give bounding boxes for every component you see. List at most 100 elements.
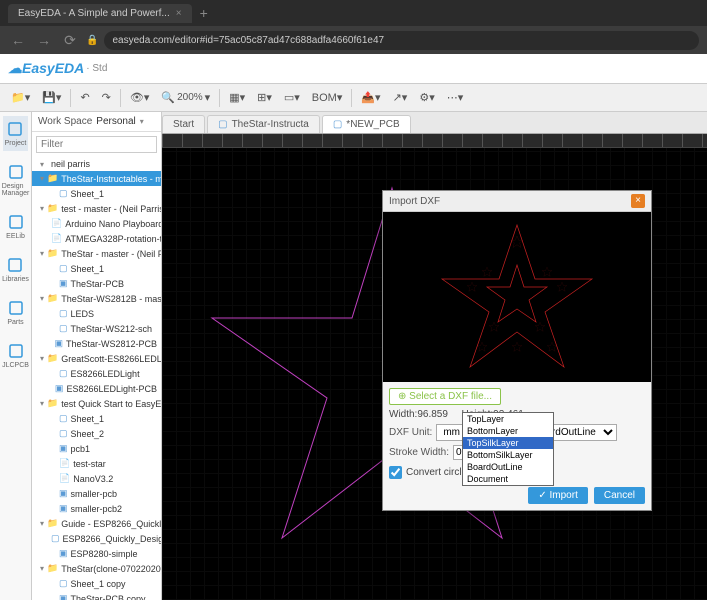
url-input[interactable] [104,31,699,50]
more-button[interactable]: ⋯▾ [442,88,469,107]
pcb-icon: ▣ [54,338,63,349]
rail-icon [6,256,24,274]
rail-item-parts[interactable]: Parts [5,295,27,330]
dialog-titlebar[interactable]: Import DXF × [383,191,651,212]
export-button[interactable]: 📤▾ [356,88,385,107]
tree-item[interactable]: ▣TheStar-PCB copy [32,591,161,600]
tree-item[interactable]: ▾📁test - master - (Neil Parris) [32,201,161,216]
tree-item[interactable]: ▢Sheet_1 [32,261,161,276]
layers-button[interactable]: ▦▾ [224,88,250,107]
tree-item[interactable]: ▢Sheet_1 [32,186,161,201]
tree-item[interactable]: ▢TheStar-WS212-sch [32,321,161,336]
item-icon: 📄 [51,233,62,244]
rail-item-eelib[interactable]: EELib [4,209,27,244]
folder-icon: 📁 [47,293,58,304]
tree-item[interactable]: 📄test-star [32,456,161,471]
redo-button[interactable]: ↷ [97,88,116,107]
align-button[interactable]: ⊞▾ [252,88,277,107]
close-icon[interactable]: × [176,8,182,19]
tree-item[interactable]: ▾📁TheStar(clone-07022020) - master [32,561,161,576]
settings-button[interactable]: ⚙▾ [414,88,439,107]
import-button[interactable]: ✓ Import [528,487,588,504]
tree-item[interactable]: ▣TheStar-WS2812-PCB [32,336,161,351]
caret-icon: ▾ [40,354,44,363]
document-tab[interactable]: ▢TheStar-Instructa [207,115,320,133]
tree-item[interactable]: 📄NanoV3.2 [32,471,161,486]
tree-item[interactable]: ▢ESP8266_Quickly_Design [32,531,161,546]
save-button[interactable]: 💾▾ [37,88,66,107]
layer-option[interactable]: Document [463,473,553,485]
reload-icon[interactable]: ⟳ [60,32,80,49]
filter-input[interactable] [36,136,157,153]
tree-item[interactable]: ▾📁TheStar - master - (Neil Parris) [32,246,161,261]
app-logo: ☁EasyEDA [8,60,84,77]
layer-option[interactable]: TopSilkLayer [463,437,553,449]
tree-item[interactable]: ▾📁Guide - ESP8266_Quickly_Design [32,516,161,531]
rail-item-jlcpcb[interactable]: JLCPCB [0,338,31,373]
back-icon[interactable]: ← [8,32,28,48]
browser-tab-title: EasyEDA - A Simple and Powerf... [18,8,170,19]
file-menu[interactable]: 📁▾ [6,88,35,107]
document-tab[interactable]: Start [162,115,205,133]
forward-icon[interactable]: → [34,32,54,48]
tree-item[interactable]: ▾📁TheStar-Instructables - master - (N [32,171,161,186]
tree-item[interactable]: ▣ESP8280-simple [32,546,161,561]
sheet-icon: ▢ [333,119,342,130]
tree-item[interactable]: ▾📁test Quick Start to EasyEDA - mast [32,396,161,411]
tree-item[interactable]: ▣pcb1 [32,441,161,456]
undo-button[interactable]: ↶ [75,88,94,107]
lock-icon: 🔒 [86,35,98,46]
stroke-width-label: Stroke Width: [389,447,449,458]
new-tab-button[interactable]: + [200,5,208,21]
tree-item[interactable]: ▢LEDS [32,306,161,321]
chevron-down-icon: ▾ [140,117,144,126]
tree-item[interactable]: ▣ES8266LEDLight-PCB [32,381,161,396]
pcb-icon: ▣ [59,278,68,289]
layer-option[interactable]: TopLayer [463,413,553,425]
layer-option[interactable]: BoardOutLine [463,461,553,473]
browser-tab[interactable]: EasyEDA - A Simple and Powerf... × [8,4,192,23]
layer-option[interactable]: BottomLayer [463,425,553,437]
select-file-button[interactable]: ⊕ Select a DXF file... [389,388,501,405]
sheet-icon: ▢ [59,323,68,334]
sheet-icon: ▢ [59,188,68,199]
project-tree: ▾neil parris ▾📁TheStar-Instructables - m… [32,157,161,600]
left-rail: Project Design Manager EELib Libraries Parts… [0,112,32,600]
bom-button[interactable]: BOM▾ [307,88,348,107]
rail-icon [7,163,25,181]
item-icon: 📄 [51,218,62,229]
tree-item[interactable]: ▾📁TheStar-WS2812B - master - (Ne [32,291,161,306]
share-button[interactable]: ↗▾ [388,88,413,107]
tree-item[interactable]: ▣smaller-pcb [32,486,161,501]
tree-item[interactable]: ▾📁GreatScott-ES8266LEDLight - mast [32,351,161,366]
tree-item[interactable]: 📄ATMEGA328P-rotation-test [32,231,161,246]
folder-icon: 📁 [47,518,58,529]
user-node[interactable]: ▾neil parris [32,157,161,171]
tree-item[interactable]: ▢Sheet_2 [32,426,161,441]
workspace-selector[interactable]: Work Space Personal ▾ [32,112,161,132]
pcb-icon: ▣ [59,488,68,499]
caret-icon: ▾ [40,174,44,183]
tree-item[interactable]: ▢ES8266LEDLight [32,366,161,381]
convert-circle-checkbox[interactable] [389,466,402,479]
document-tab[interactable]: ▢*NEW_PCB [322,115,411,133]
zoom-button[interactable]: 🔍 200% ▾ [156,88,215,107]
tree-item[interactable]: ▢Sheet_1 [32,411,161,426]
rail-item-libraries[interactable]: Libraries [0,252,31,287]
tree-item[interactable]: ▢Sheet_1 copy [32,576,161,591]
tree-item[interactable]: ▣smaller-pcb2 [32,501,161,516]
dxf-unit-label: DXF Unit: [389,427,432,438]
layer-option[interactable]: BottomSilkLayer [463,449,553,461]
tree-item[interactable]: ▣TheStar-PCB [32,276,161,291]
preview-button[interactable]: 👁▾ [125,88,155,107]
close-icon[interactable]: × [631,194,645,208]
pcb-icon: ▣ [59,548,68,559]
folder-icon: 📁 [47,353,58,364]
app-logo-suffix: · Std [86,63,107,74]
rail-icon [6,120,24,138]
rail-item-design-manager[interactable]: Design Manager [0,159,31,201]
tree-item[interactable]: 📄Arduino Nano Playboard [32,216,161,231]
board-button[interactable]: ▭▾ [279,88,305,107]
rail-item-project[interactable]: Project [3,116,29,151]
cancel-button[interactable]: Cancel [594,487,645,504]
